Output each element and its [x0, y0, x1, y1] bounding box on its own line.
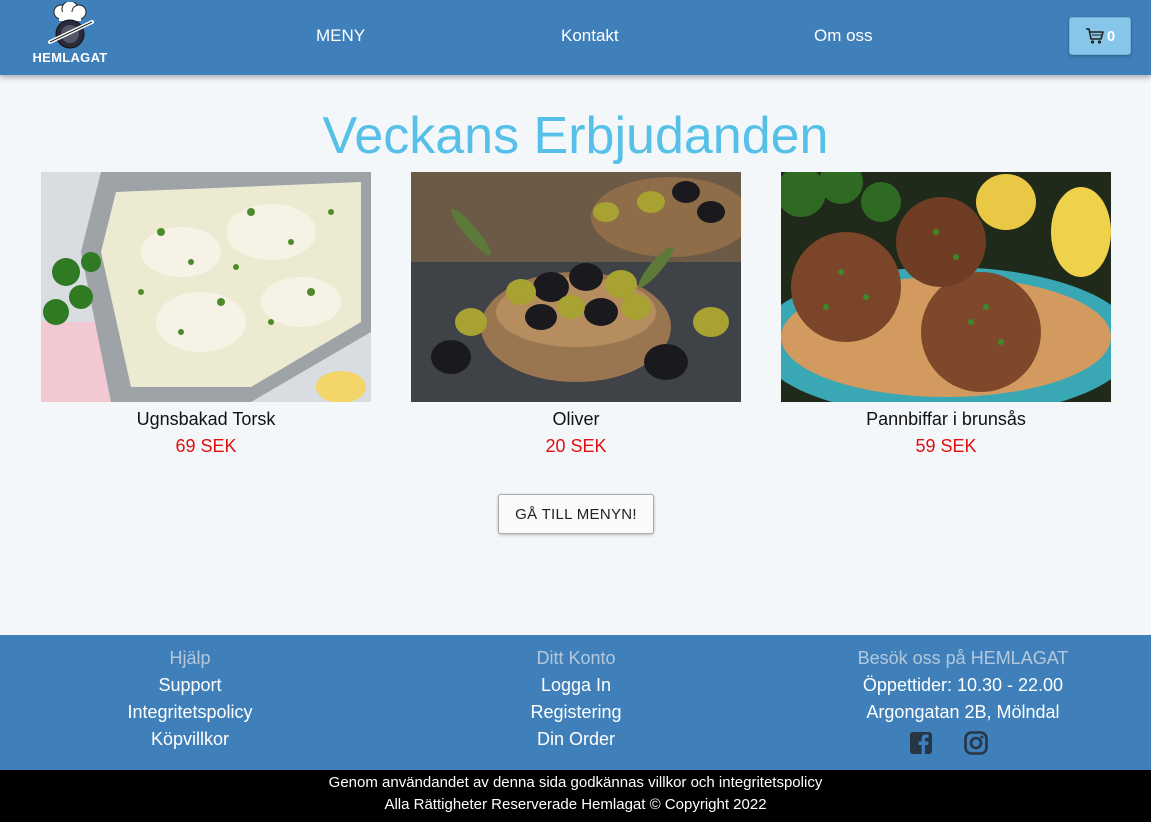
address: Argongatan 2B, Mölndal: [866, 702, 1060, 722]
footer-link-support[interactable]: Support: [30, 675, 350, 702]
footer-link-logga-in[interactable]: Logga In: [416, 675, 736, 702]
footer-visit-column: Besök oss på HEMLAGAT Öppettider: 10.30 …: [803, 648, 1123, 729]
shopping-cart-icon: [1085, 28, 1104, 44]
footer-link-kopvillkor[interactable]: Köpvillkor: [30, 729, 350, 756]
bottom-bar: Genom användandet av denna sida godkänna…: [0, 770, 1151, 822]
product-card[interactable]: Pannbiffar i brunsås 59 SEK: [781, 172, 1111, 457]
baked-cod-image[interactable]: [41, 172, 371, 402]
terms-notice: Genom användandet av denna sida godkänna…: [328, 774, 823, 791]
footer-help-heading: Hjälp: [169, 648, 211, 668]
meat-patties-image[interactable]: [781, 172, 1111, 402]
go-to-menu-button[interactable]: GÅ TILL MENYN!: [498, 494, 654, 534]
footer: Hjälp Support Integritetspolicy Köpvillk…: [0, 635, 1151, 770]
copyright: Alla Rättigheter Reserverade Hemlagat © …: [384, 796, 767, 813]
footer-account-column: Ditt Konto Logga In Registering Din Orde…: [416, 648, 736, 756]
product-card[interactable]: Oliver 20 SEK: [411, 172, 741, 457]
footer-help-column: Hjälp Support Integritetspolicy Köpvillk…: [30, 648, 350, 756]
product-price: 69 SEK: [175, 436, 237, 456]
product-name: Ugnsbakad Torsk: [136, 409, 276, 429]
olives-image[interactable]: [411, 172, 741, 402]
nav-meny[interactable]: MENY: [316, 26, 365, 46]
footer-link-din-order[interactable]: Din Order: [416, 729, 736, 756]
product-name: Pannbiffar i brunsås: [866, 409, 1026, 429]
footer-visit-heading: Besök oss på HEMLAGAT: [857, 648, 1069, 668]
page-title: Veckans Erbjudanden: [322, 107, 829, 165]
product-price: 59 SEK: [915, 436, 977, 456]
instagram-icon[interactable]: [964, 731, 988, 755]
opening-hours: Öppettider: 10.30 - 22.00: [862, 675, 1064, 695]
product-name: Oliver: [552, 409, 600, 429]
cart-count: 0: [1106, 27, 1116, 45]
footer-link-integritetspolicy[interactable]: Integritetspolicy: [30, 702, 350, 729]
hemlagat-logo[interactable]: HEMLAGAT: [28, 0, 112, 68]
cart-button[interactable]: 0: [1069, 17, 1131, 55]
navbar: HEMLAGAT MENY Kontakt Om oss 0: [0, 0, 1151, 75]
footer-link-registering[interactable]: Registering: [416, 702, 736, 729]
nav-kontakt[interactable]: Kontakt: [561, 26, 619, 46]
chef-logo-icon: [48, 0, 94, 49]
facebook-icon[interactable]: [909, 731, 933, 755]
footer-account-heading: Ditt Konto: [536, 648, 616, 668]
logo-text: HEMLAGAT: [32, 50, 108, 65]
nav-om-oss[interactable]: Om oss: [814, 26, 873, 46]
product-card[interactable]: Ugnsbakad Torsk 69 SEK: [41, 172, 371, 457]
product-price: 20 SEK: [545, 436, 607, 456]
